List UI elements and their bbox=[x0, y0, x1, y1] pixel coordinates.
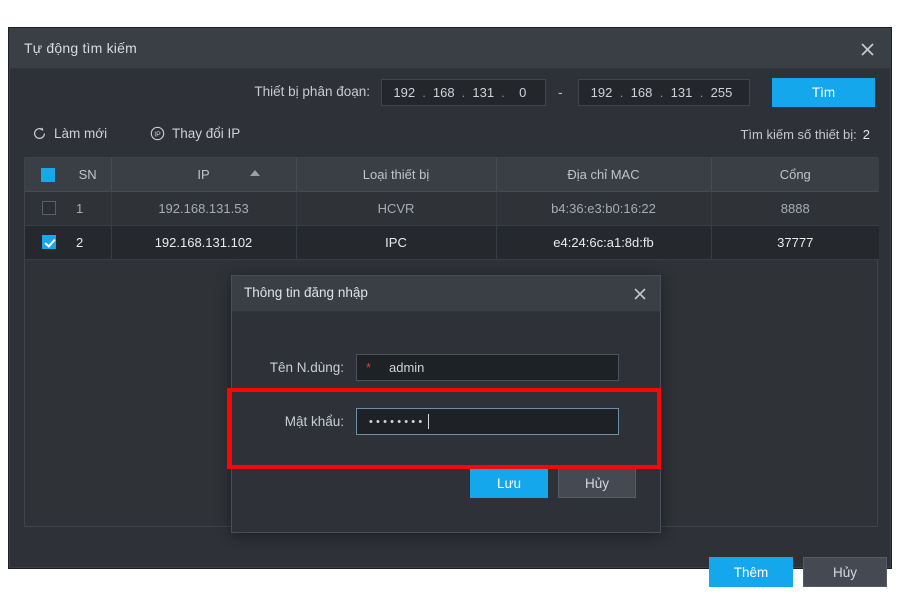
found-count-value: 2 bbox=[862, 127, 870, 142]
row-ip-value: 192.168.131.102 bbox=[111, 225, 297, 260]
required-marker: * bbox=[366, 360, 372, 375]
text-caret bbox=[428, 414, 430, 429]
password-value: •••••••• bbox=[369, 415, 426, 428]
cancel-button[interactable]: Hủy bbox=[803, 557, 887, 587]
column-header-sn-label: SN bbox=[78, 167, 97, 183]
search-row: Thiết bị phân đoạn: 192 . 168 . 131 . 0 … bbox=[10, 69, 890, 117]
dialog-button-group: Lưu Hủy bbox=[470, 468, 636, 498]
row-mac-value: e4:24:6c:a1:8d:fb bbox=[496, 225, 712, 260]
dialog-close-icon[interactable] bbox=[629, 283, 651, 305]
column-header-sn[interactable]: SN bbox=[25, 158, 112, 192]
dialog-cancel-button[interactable]: Hủy bbox=[558, 468, 636, 498]
username-value: admin bbox=[389, 360, 425, 375]
ip-range-start-input[interactable]: 192 . 168 . 131 . 0 bbox=[381, 79, 546, 106]
row-type-value: IPC bbox=[296, 225, 497, 260]
ip-start-octet-3[interactable]: 131 bbox=[467, 85, 500, 100]
username-label: Tên N.dùng: bbox=[269, 360, 344, 375]
segment-label: Thiết bị phân đoạn: bbox=[254, 84, 370, 99]
save-button[interactable]: Lưu bbox=[470, 468, 548, 498]
ip-dot: . bbox=[461, 85, 466, 100]
refresh-icon bbox=[32, 126, 47, 141]
row-sn-value: 2 bbox=[76, 234, 84, 250]
ip-dot: . bbox=[619, 85, 624, 100]
sort-ascending-icon[interactable] bbox=[249, 170, 260, 176]
table-header-row: SN IP Loại thiết bị Địa chỉ MAC Cổng bbox=[25, 158, 879, 192]
window-titlebar: Tự động tìm kiếm bbox=[10, 29, 890, 69]
ip-end-octet-1[interactable]: 192 bbox=[585, 85, 618, 100]
ip-end-octet-3[interactable]: 131 bbox=[665, 85, 698, 100]
svg-text:IP: IP bbox=[154, 132, 161, 139]
window-title: Tự động tìm kiếm bbox=[24, 40, 137, 56]
ip-icon: IP bbox=[150, 126, 165, 141]
ip-range-end-input[interactable]: 192 . 168 . 131 . 255 bbox=[578, 79, 750, 106]
add-button[interactable]: Thêm bbox=[709, 557, 793, 587]
column-header-ip-label: IP bbox=[197, 166, 210, 182]
refresh-button[interactable]: Làm mới bbox=[32, 126, 107, 141]
table-row[interactable]: 2 192.168.131.102 IPC e4:24:6c:a1:8d:fb … bbox=[25, 225, 879, 260]
change-ip-label: Thay đổi IP bbox=[172, 126, 241, 141]
toolbar: Làm mới IP Thay đổi IP Tìm kiếm số thiết… bbox=[10, 117, 890, 157]
ip-end-octet-2[interactable]: 168 bbox=[625, 85, 658, 100]
row-mac-value: b4:36:e3:b0:16:22 bbox=[496, 191, 712, 226]
username-input[interactable]: * admin bbox=[356, 354, 619, 381]
password-label: Mật khẩu: bbox=[284, 414, 344, 429]
dialog-title: Thông tin đăng nhập bbox=[244, 285, 368, 300]
row-type-value: HCVR bbox=[296, 191, 497, 226]
found-device-count: Tìm kiếm số thiết bị: 2 bbox=[740, 127, 870, 142]
username-field-row: Tên N.dùng: * admin bbox=[232, 354, 619, 381]
column-header-mac[interactable]: Địa chỉ MAC bbox=[496, 158, 712, 192]
row-port-value: 37777 bbox=[711, 225, 879, 260]
ip-dot: . bbox=[659, 85, 664, 100]
login-info-dialog: Thông tin đăng nhập Tên N.dùng: * admin … bbox=[231, 275, 661, 533]
column-header-port[interactable]: Cổng bbox=[711, 158, 879, 192]
ip-start-octet-2[interactable]: 168 bbox=[427, 85, 460, 100]
ip-dot: . bbox=[699, 85, 704, 100]
search-button[interactable]: Tìm bbox=[772, 78, 875, 107]
table-row[interactable]: 1 192.168.131.53 HCVR b4:36:e3:b0:16:22 … bbox=[25, 191, 879, 226]
ip-dot: . bbox=[422, 85, 426, 100]
row-sn-cell: 2 bbox=[25, 225, 112, 260]
row-ip-value: 192.168.131.53 bbox=[111, 191, 297, 226]
dialog-titlebar: Thông tin đăng nhập bbox=[232, 276, 660, 312]
ip-start-octet-4[interactable]: 0 bbox=[506, 85, 539, 100]
row-sn-value: 1 bbox=[76, 200, 84, 216]
column-header-ip[interactable]: IP bbox=[111, 158, 297, 192]
password-input[interactable]: •••••••• bbox=[356, 408, 619, 435]
password-field-row: Mật khẩu: •••••••• bbox=[232, 408, 619, 435]
select-all-checkbox[interactable] bbox=[41, 167, 55, 182]
row-checkbox[interactable] bbox=[42, 235, 56, 249]
column-header-type[interactable]: Loại thiết bị bbox=[296, 158, 497, 192]
ip-dot: . bbox=[501, 85, 505, 100]
found-count-label: Tìm kiếm số thiết bị: bbox=[740, 127, 857, 142]
ip-start-octet-1[interactable]: 192 bbox=[388, 85, 421, 100]
row-port-value: 8888 bbox=[711, 191, 879, 226]
range-separator: - bbox=[558, 84, 563, 100]
refresh-label: Làm mới bbox=[54, 126, 108, 141]
screenshot-root: Tự động tìm kiếm Thiết bị phân đoạn: 192… bbox=[0, 0, 900, 600]
row-checkbox[interactable] bbox=[42, 201, 56, 215]
row-sn-cell: 1 bbox=[25, 191, 112, 226]
change-ip-button[interactable]: IP Thay đổi IP bbox=[150, 126, 240, 141]
ip-end-octet-4[interactable]: 255 bbox=[705, 85, 738, 100]
close-icon[interactable] bbox=[854, 37, 880, 61]
